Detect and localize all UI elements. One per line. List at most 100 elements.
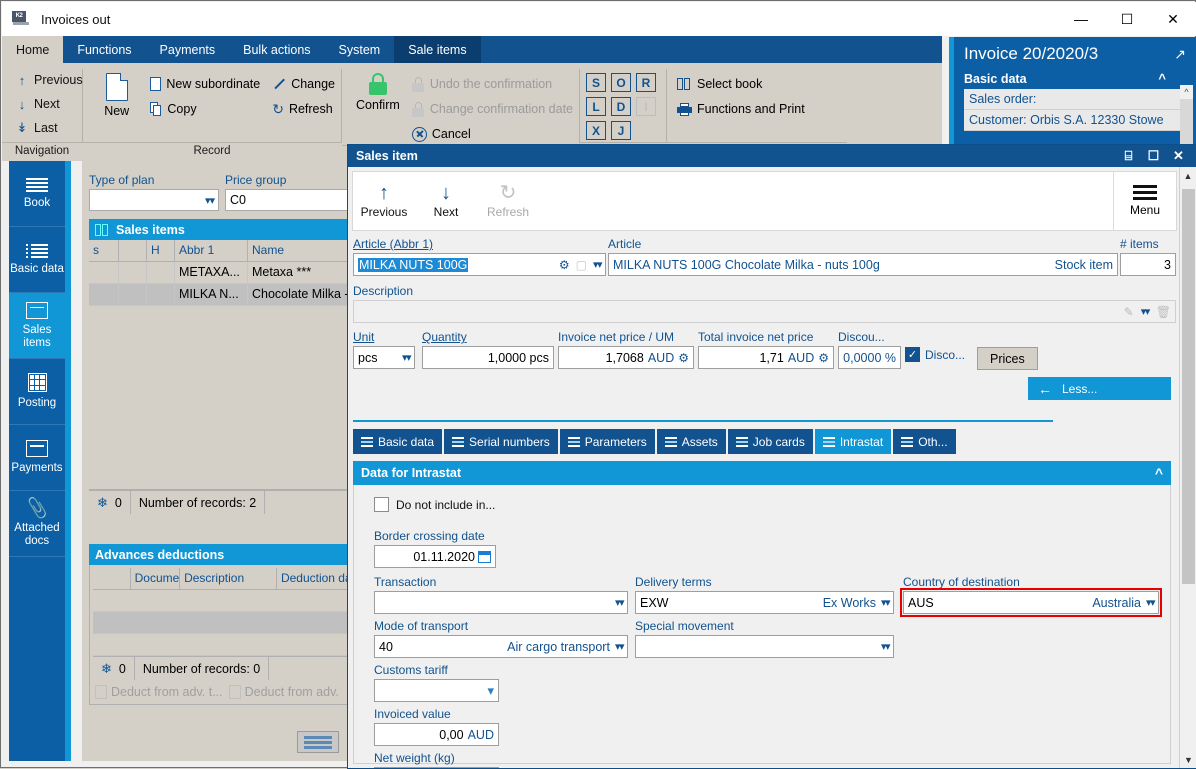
- hamburger-icon[interactable]: [297, 731, 339, 753]
- next-button[interactable]: ↓ Next: [16, 93, 91, 115]
- col-document[interactable]: Docume: [131, 568, 181, 589]
- trash-icon[interactable]: 🗑: [1156, 305, 1171, 319]
- col-s[interactable]: s: [89, 240, 119, 261]
- ribbon-tab-sale-items[interactable]: Sale items: [394, 36, 481, 63]
- country-of-destination-input[interactable]: AUS Australia ▾▾: [900, 588, 1162, 617]
- refresh-button[interactable]: ↻ Refresh: [272, 98, 335, 120]
- letter-button-o[interactable]: O: [611, 73, 631, 92]
- dropdown-icon[interactable]: ▾▾: [615, 640, 625, 653]
- table-row[interactable]: METAXA... Metaxa ***: [89, 262, 360, 284]
- sidebar-item-book[interactable]: Book: [9, 161, 65, 227]
- prices-button[interactable]: Prices: [977, 347, 1038, 370]
- transaction-input[interactable]: ▾▾: [374, 591, 628, 614]
- change-confirmation-date-button[interactable]: Change confirmation date: [412, 98, 573, 120]
- scroll-up-arrow[interactable]: ▲: [1180, 167, 1196, 184]
- customs-tariff-input[interactable]: ▾: [374, 679, 499, 702]
- col-blank[interactable]: [119, 240, 147, 261]
- dropdown-icon[interactable]: ▾▾: [881, 640, 891, 653]
- last-button[interactable]: ↡ Last: [16, 117, 91, 139]
- less-button[interactable]: ← Less...: [1028, 377, 1171, 400]
- new-button[interactable]: New: [89, 69, 144, 118]
- close-button[interactable]: ✕: [1150, 2, 1196, 36]
- dropdown-icon[interactable]: ▾▾: [205, 194, 215, 207]
- ribbon-tab-bulk-actions[interactable]: Bulk actions: [229, 36, 324, 63]
- dropdown-icon[interactable]: ▾▾: [881, 596, 891, 609]
- invoice-basic-data-header[interactable]: Basic data ^: [954, 68, 1196, 89]
- letter-button-s[interactable]: S: [586, 73, 606, 92]
- dropdown-icon[interactable]: ▾▾: [593, 258, 603, 271]
- previous-button[interactable]: ↑ Previous: [16, 69, 91, 91]
- invoiced-value-input[interactable]: 0,00 AUD: [374, 723, 499, 746]
- table-row[interactable]: [93, 612, 356, 634]
- tab-other[interactable]: Oth...: [893, 429, 956, 454]
- pencil-icon[interactable]: ✎: [1124, 305, 1134, 319]
- do-not-include-checkbox[interactable]: [374, 497, 389, 512]
- sidebar-item-basic-data[interactable]: Basic data: [9, 227, 65, 293]
- select-book-button[interactable]: Select book: [677, 73, 805, 95]
- border-crossing-date-input[interactable]: 01.11.2020: [374, 545, 496, 568]
- tab-assets[interactable]: Assets: [656, 429, 726, 454]
- lookup-icon[interactable]: ⚙: [559, 258, 570, 272]
- new-subordinate-button[interactable]: New subordinate: [150, 73, 260, 95]
- discount-checkbox-field[interactable]: ✓ Disco...: [905, 347, 965, 362]
- letter-button-d[interactable]: D: [611, 97, 631, 116]
- letter-button-r[interactable]: R: [636, 73, 656, 92]
- table-row[interactable]: MILKA N... Chocolate Milka -: [89, 284, 360, 306]
- letter-button-x[interactable]: X: [586, 121, 606, 140]
- mode-of-transport-input[interactable]: 40 Air cargo transport ▾▾: [374, 635, 628, 658]
- dropdown-icon[interactable]: ▾▾: [1141, 305, 1151, 318]
- calendar-icon[interactable]: [478, 550, 491, 563]
- snowflake-icon[interactable]: ❄: [97, 495, 108, 511]
- cancel-button[interactable]: Cancel: [411, 123, 573, 145]
- article-input[interactable]: MILKA NUTS 100G Chocolate Milka - nuts 1…: [608, 253, 1118, 276]
- delivery-terms-input[interactable]: EXW Ex Works ▾▾: [635, 591, 894, 614]
- dialog-menu-button[interactable]: Menu: [1114, 185, 1176, 217]
- unit-input[interactable]: pcs ▾▾: [353, 346, 415, 369]
- scroll-thumb[interactable]: [1182, 189, 1195, 584]
- snowflake-icon[interactable]: ❄: [101, 661, 112, 677]
- quantity-input[interactable]: 1,0000 pcs: [422, 346, 554, 369]
- total-invoice-net-price-input[interactable]: 1,71 AUD ⚙: [698, 346, 834, 369]
- dialog-previous-button[interactable]: ↑ Previous: [353, 172, 415, 230]
- save-icon[interactable]: ⌸: [1121, 148, 1136, 164]
- dialog-scrollbar[interactable]: ▲ ▼: [1179, 167, 1196, 768]
- tab-intrastat[interactable]: Intrastat: [814, 429, 892, 454]
- discount-checkbox[interactable]: ✓: [905, 347, 920, 362]
- copy-button[interactable]: Copy: [150, 98, 260, 120]
- ribbon-tab-functions[interactable]: Functions: [63, 36, 145, 63]
- ribbon-tab-home[interactable]: Home: [2, 36, 64, 63]
- ribbon-tab-payments[interactable]: Payments: [146, 36, 230, 63]
- dialog-next-button[interactable]: ↓ Next: [415, 172, 477, 230]
- article-abbr-input[interactable]: MILKA NUTS 100G ⚙ ▢ ▾▾: [353, 253, 606, 276]
- dropdown-icon[interactable]: ▾▾: [615, 596, 625, 609]
- letter-button-j[interactable]: J: [611, 121, 631, 140]
- col-deduction-date[interactable]: Deduction date: [277, 568, 357, 589]
- items-count-input[interactable]: 3: [1120, 253, 1176, 276]
- price-group-input[interactable]: C0: [225, 189, 360, 211]
- col-h[interactable]: H: [147, 240, 175, 261]
- tab-basic-data[interactable]: Basic data: [353, 429, 443, 454]
- chevron-down-icon[interactable]: ▾: [487, 683, 494, 699]
- scroll-down-arrow[interactable]: ▼: [1180, 751, 1196, 768]
- table-row[interactable]: [93, 590, 356, 612]
- col-description[interactable]: Description: [180, 568, 277, 589]
- sidebar-item-posting[interactable]: Posting: [9, 359, 65, 425]
- type-of-plan-input[interactable]: ▾▾: [89, 189, 219, 211]
- tab-serial-numbers[interactable]: Serial numbers: [444, 429, 558, 454]
- maximize-button[interactable]: ☐: [1104, 2, 1150, 36]
- chevron-up-icon[interactable]: ^: [1158, 71, 1166, 86]
- col-abbr1[interactable]: Abbr 1: [175, 240, 248, 261]
- col-blank[interactable]: [93, 568, 131, 589]
- open-external-icon[interactable]: ↗: [1174, 46, 1186, 63]
- restore-icon[interactable]: ☐: [1146, 148, 1161, 164]
- tab-job-cards[interactable]: Job cards: [727, 429, 813, 454]
- ribbon-tab-system[interactable]: System: [325, 36, 395, 63]
- currency-icon[interactable]: ⚙: [818, 351, 829, 365]
- col-name[interactable]: Name: [248, 240, 360, 261]
- functions-and-print-button[interactable]: Functions and Print: [677, 98, 805, 120]
- sidebar-item-payments[interactable]: Payments: [9, 425, 65, 491]
- currency-icon[interactable]: ⚙: [678, 351, 689, 365]
- tab-parameters[interactable]: Parameters: [559, 429, 655, 454]
- do-not-include-field[interactable]: Do not include in...: [374, 497, 495, 512]
- grid-options-button[interactable]: [297, 731, 339, 753]
